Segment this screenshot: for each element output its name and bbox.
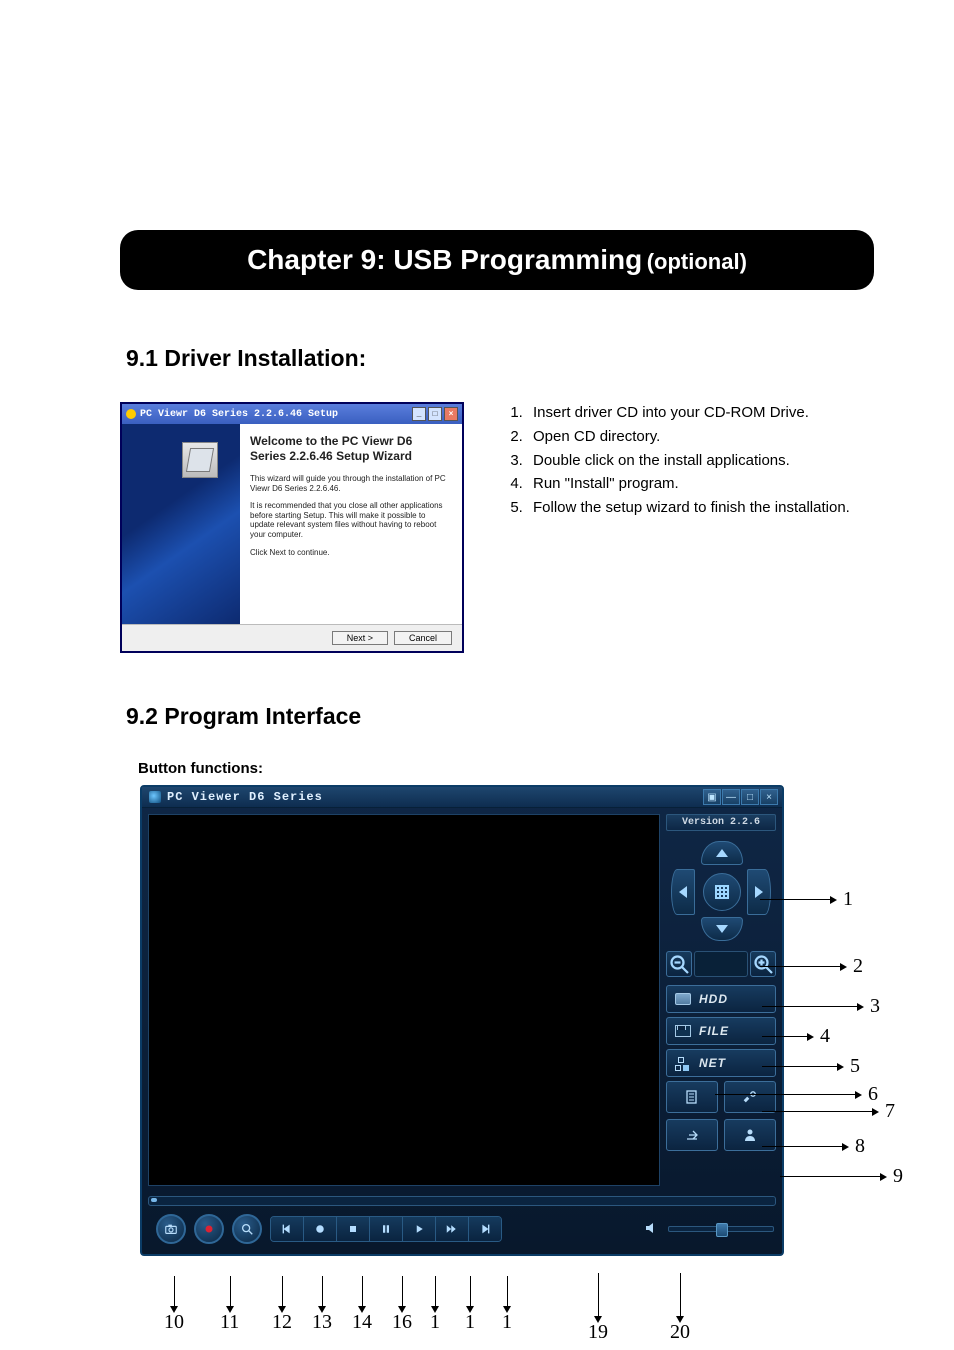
file-label: FILE — [699, 1024, 729, 1038]
window-minimize-button[interactable]: — — [722, 789, 740, 805]
callout-4: 4 — [762, 1025, 830, 1048]
ptz-down-button[interactable] — [701, 917, 743, 941]
cancel-button[interactable]: Cancel — [394, 631, 452, 645]
callout-5: 5 — [762, 1055, 860, 1078]
transport-group — [270, 1216, 502, 1242]
callout-2: 2 — [760, 955, 863, 978]
ptz-left-button[interactable] — [671, 869, 695, 915]
callout-8: 8 — [762, 1135, 865, 1158]
zoom-bar[interactable] — [694, 951, 748, 977]
callout-20: 20 — [670, 1321, 690, 1344]
callout-13: 13 — [312, 1311, 332, 1334]
wizard-paragraph-2: It is recommended that you close all oth… — [250, 501, 450, 539]
window-close-button[interactable]: × — [760, 789, 778, 805]
callout-19: 19 — [588, 1321, 608, 1344]
playback-progress-bar[interactable] — [148, 1196, 776, 1206]
install-step-2: Open CD directory. — [527, 426, 874, 448]
log-button[interactable] — [666, 1081, 718, 1113]
next-button[interactable] — [469, 1217, 501, 1241]
prev-button[interactable] — [271, 1217, 304, 1241]
hdd-icon — [675, 993, 691, 1005]
setup-wizard-window: PC Viewr D6 Series 2.2.6.46 Setup _ □ × … — [120, 402, 464, 653]
callout-16: 16 — [392, 1311, 412, 1334]
minimize-button[interactable]: _ — [412, 407, 426, 421]
install-step-4: Run "Install" program. — [527, 473, 874, 495]
callout-1: 1 — [760, 888, 853, 911]
callout-17c: 1 — [502, 1311, 512, 1334]
install-step-1: Insert driver CD into your CD-ROM Drive. — [527, 402, 874, 424]
export-button[interactable] — [666, 1119, 718, 1151]
record-control-button[interactable] — [304, 1217, 337, 1241]
chapter-banner: Chapter 9: USB Programming (optional) — [120, 230, 874, 290]
button-functions-label: Button functions: — [138, 760, 874, 777]
wizard-title-text: PC Viewr D6 Series 2.2.6.46 Setup — [140, 409, 338, 420]
pause-button[interactable] — [370, 1217, 403, 1241]
section-9-1-heading: 9.1 Driver Installation: — [126, 345, 874, 372]
next-button[interactable]: Next > — [332, 631, 388, 645]
wizard-sidebar-icon — [182, 442, 218, 478]
chapter-title: Chapter 9: USB Programming — [247, 244, 642, 275]
stop-button[interactable] — [337, 1217, 370, 1241]
pc-viewer-titlebar: PC Viewer D6 Series ▣ — □ × — [142, 787, 782, 808]
wizard-titlebar: PC Viewr D6 Series 2.2.6.46 Setup _ □ × — [122, 404, 462, 424]
install-step-5: Follow the setup wizard to finish the in… — [527, 497, 874, 519]
folder-icon — [675, 1025, 691, 1037]
callout-10: 10 — [164, 1311, 184, 1334]
capture-button[interactable] — [156, 1214, 186, 1244]
volume-control[interactable] — [644, 1220, 774, 1238]
wizard-paragraph-1: This wizard will guide you through the i… — [250, 474, 450, 493]
callout-14: 14 — [352, 1311, 372, 1334]
window-maximize-button[interactable]: □ — [741, 789, 759, 805]
hdd-button[interactable]: HDD — [666, 985, 776, 1013]
volume-slider[interactable] — [668, 1226, 774, 1232]
callout-7: 7 — [762, 1100, 895, 1123]
chapter-optional: (optional) — [647, 249, 747, 274]
ptz-center-button[interactable] — [703, 873, 741, 911]
pc-viewer-window: PC Viewer D6 Series ▣ — □ × Version 2.2.… — [140, 785, 784, 1256]
file-button[interactable]: FILE — [666, 1017, 776, 1045]
zoom-out-button[interactable] — [666, 951, 692, 977]
fast-forward-button[interactable] — [436, 1217, 469, 1241]
callout-17b: 1 — [465, 1311, 475, 1334]
close-button[interactable]: × — [444, 407, 458, 421]
network-icon — [675, 1057, 691, 1069]
pc-viewer-app-name: PC Viewer D6 Series — [167, 790, 323, 804]
search-button[interactable] — [232, 1214, 262, 1244]
wizard-app-icon — [126, 409, 136, 419]
hdd-label: HDD — [699, 992, 728, 1006]
window-dual-button[interactable]: ▣ — [703, 789, 721, 805]
callout-12: 12 — [272, 1311, 292, 1334]
version-label: Version 2.2.6 — [666, 814, 776, 831]
wizard-heading: Welcome to the PC Viewr D6 Series 2.2.6.… — [250, 434, 450, 464]
ptz-up-button[interactable] — [701, 841, 743, 865]
callout-11: 11 — [220, 1311, 239, 1334]
install-step-3: Double click on the install applications… — [527, 450, 874, 472]
net-label: NET — [699, 1056, 726, 1070]
play-button[interactable] — [403, 1217, 436, 1241]
playback-controls — [142, 1208, 782, 1254]
net-button[interactable]: NET — [666, 1049, 776, 1077]
speaker-icon — [644, 1220, 662, 1238]
record-button[interactable] — [194, 1214, 224, 1244]
maximize-button[interactable]: □ — [428, 407, 442, 421]
pc-viewer-app-icon — [149, 791, 161, 803]
section-9-2-heading: 9.2 Program Interface — [126, 703, 874, 730]
wizard-paragraph-3: Click Next to continue. — [250, 548, 450, 558]
wizard-sidebar-graphic — [122, 424, 240, 624]
callout-17a: 1 — [430, 1311, 440, 1334]
install-steps-list: Insert driver CD into your CD-ROM Drive.… — [489, 402, 874, 521]
ptz-dpad — [671, 841, 771, 941]
callout-9: 9 — [780, 1165, 903, 1188]
callout-3: 3 — [762, 995, 880, 1018]
video-display-area — [148, 814, 660, 1186]
